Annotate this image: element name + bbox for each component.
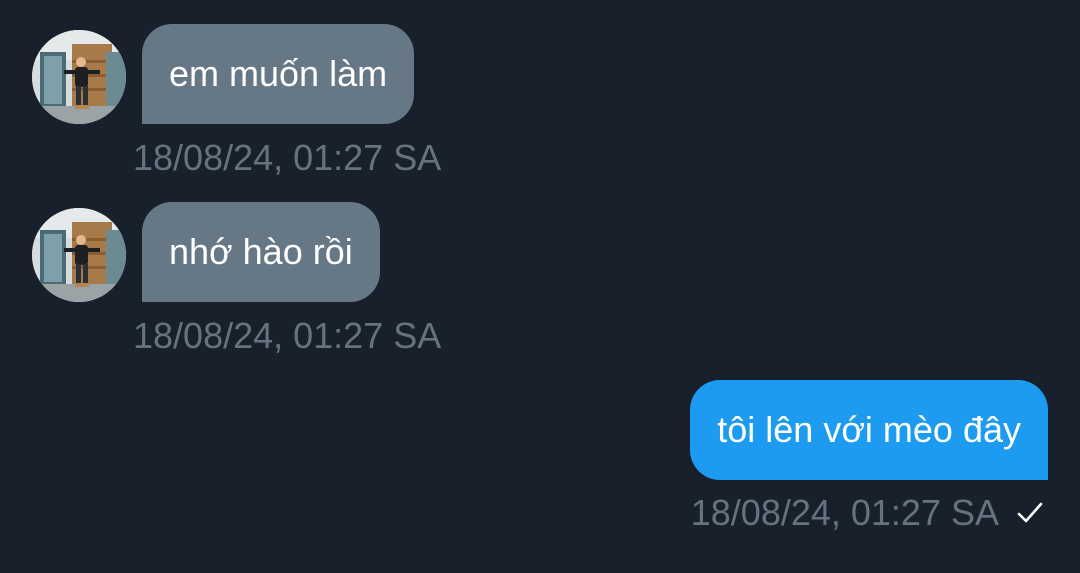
message-timestamp: 18/08/24, 01:27 SA xyxy=(133,315,442,356)
incoming-message-bubble[interactable]: em muốn làm xyxy=(142,24,415,124)
message-timestamp: 18/08/24, 01:27 SA xyxy=(133,137,442,178)
avatar-photo-icon xyxy=(32,30,126,124)
sent-check-icon xyxy=(1015,498,1045,528)
sender-avatar[interactable] xyxy=(32,30,126,124)
incoming-message-bubble[interactable]: nhớ hào rồi xyxy=(142,202,380,302)
message-text: tôi lên với mèo đây xyxy=(717,409,1021,450)
message-timestamp: 18/08/24, 01:27 SA xyxy=(690,492,999,533)
sender-avatar[interactable] xyxy=(32,208,126,302)
message-text: nhớ hào rồi xyxy=(169,231,353,272)
outgoing-message-bubble[interactable]: tôi lên với mèo đây xyxy=(690,380,1048,480)
outgoing-message-meta: 18/08/24, 01:27 SA xyxy=(691,492,1045,534)
message-text: em muốn làm xyxy=(169,53,388,94)
avatar-photo-icon xyxy=(32,208,126,302)
